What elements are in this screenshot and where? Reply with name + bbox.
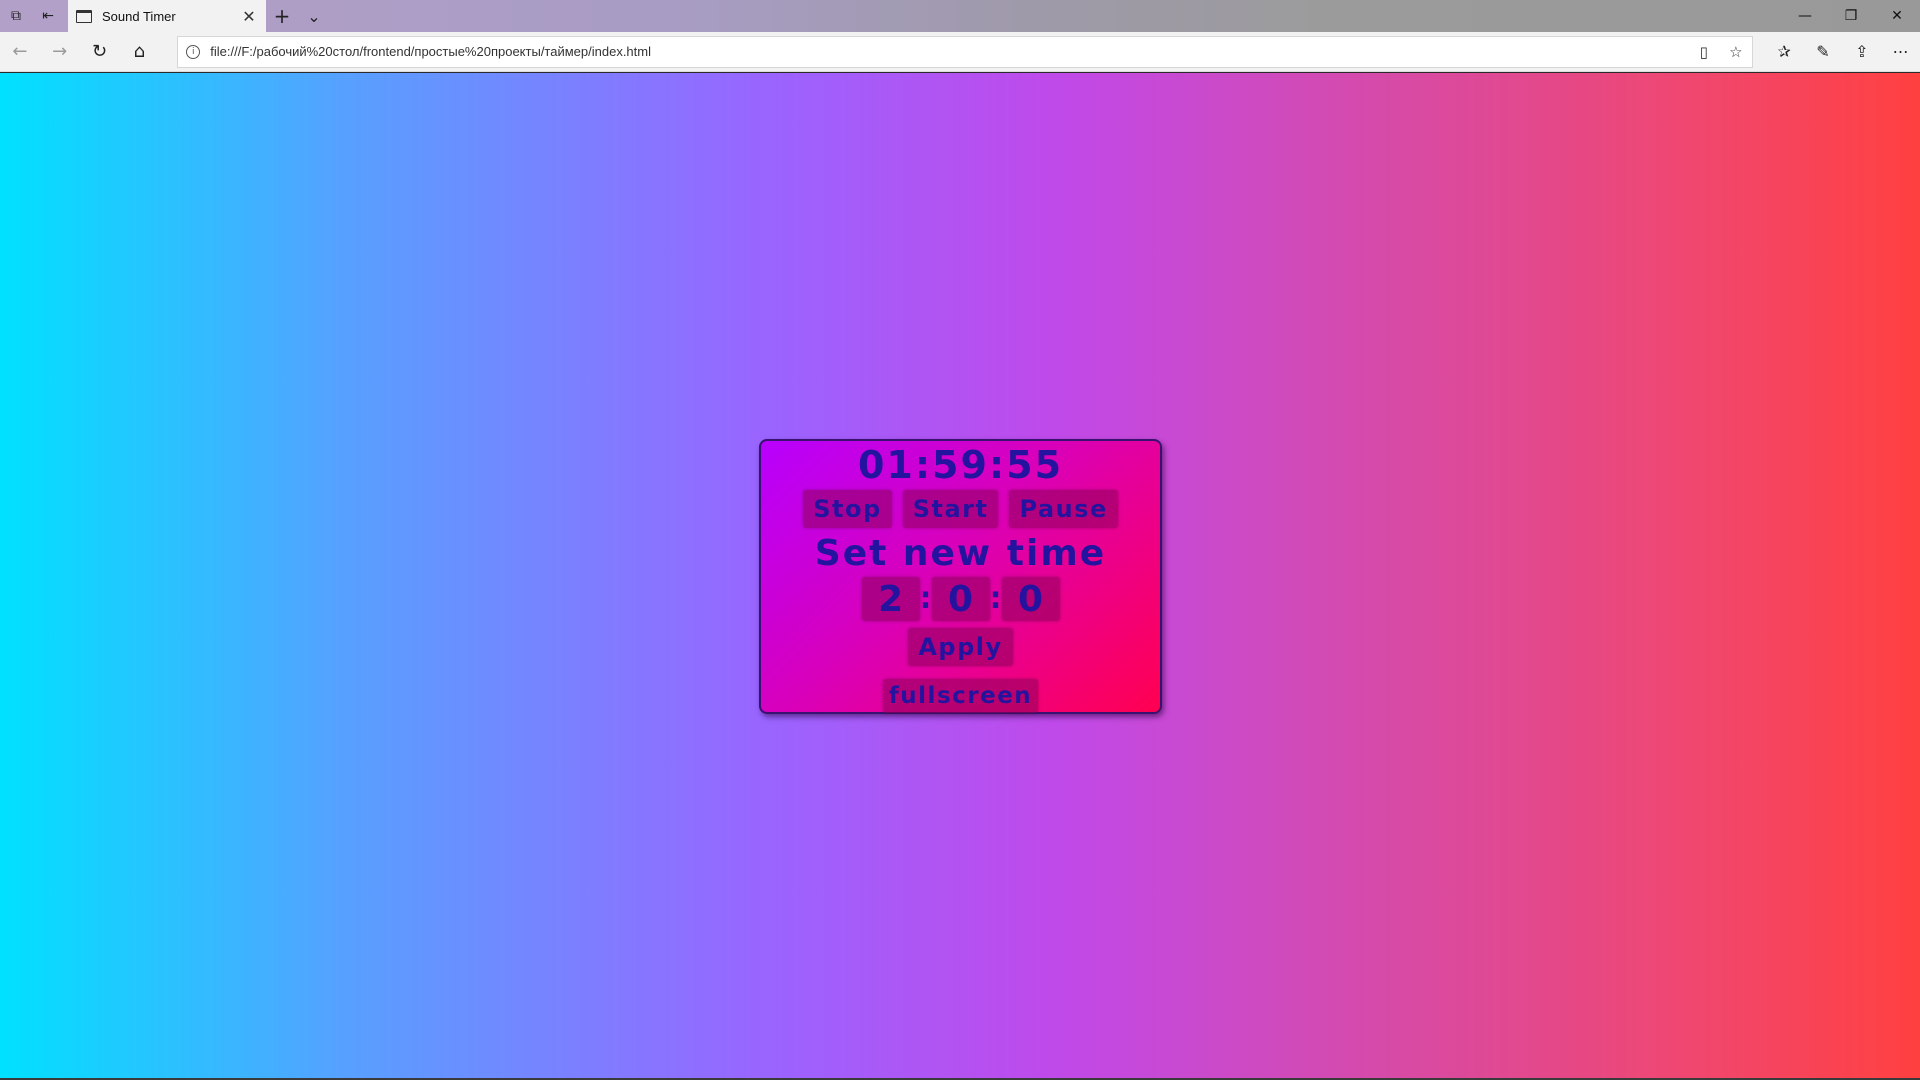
minutes-input[interactable]: 0 <box>931 577 990 621</box>
refresh-button[interactable]: ↻ <box>80 32 120 72</box>
more-menu-icon[interactable]: ⋯ <box>1881 32 1920 72</box>
site-info-icon[interactable]: i <box>186 44 201 59</box>
tabs-aside-icon[interactable]: ⧉ <box>0 0 32 32</box>
timer-controls: Stop Start Pause <box>803 490 1118 528</box>
minimize-button[interactable]: — <box>1782 0 1828 32</box>
web-notes-icon[interactable]: ✎ <box>1804 32 1843 72</box>
stop-button[interactable]: Stop <box>803 490 892 528</box>
titlebar-drag-area[interactable] <box>330 0 1782 32</box>
set-tabs-aside-icon[interactable]: ⇤ <box>32 0 64 32</box>
hours-input[interactable]: 2 <box>861 577 920 621</box>
favorites-hub-icon[interactable]: ✰ <box>1765 32 1804 72</box>
address-bar[interactable]: i file:///F:/рабочий%20стол/frontend/про… <box>177 35 1753 68</box>
reading-view-icon[interactable]: ▯ <box>1688 37 1720 67</box>
apply-button[interactable]: Apply <box>908 628 1013 666</box>
favorite-star-icon[interactable]: ☆ <box>1720 37 1752 67</box>
close-window-button[interactable]: ✕ <box>1874 0 1920 32</box>
address-url[interactable]: file:///F:/рабочий%20стол/frontend/прост… <box>210 44 1688 59</box>
start-button[interactable]: Start <box>902 490 999 528</box>
timer-card: 01:59:55 Stop Start Pause Set new time 2… <box>759 439 1162 714</box>
fullscreen-button[interactable]: fullscreen <box>882 679 1039 713</box>
forward-button[interactable]: → <box>40 32 80 72</box>
page-icon <box>76 9 92 23</box>
time-separator: : <box>989 581 1002 616</box>
tab-list-chevron-icon[interactable]: ⌄ <box>298 0 330 32</box>
new-time-inputs: 2 : 0 : 0 <box>861 577 1060 621</box>
new-tab-button[interactable]: + <box>266 0 298 32</box>
restore-button[interactable]: ❐ <box>1828 0 1874 32</box>
back-button[interactable]: ← <box>0 32 40 72</box>
time-separator: : <box>919 581 932 616</box>
set-new-time-heading: Set new time <box>814 533 1107 574</box>
tab-title: Sound Timer <box>102 8 176 24</box>
current-time-display: 01:59:55 <box>857 443 1064 487</box>
tab-close-icon[interactable]: ✕ <box>240 7 258 26</box>
pause-button[interactable]: Pause <box>1009 490 1118 528</box>
seconds-input[interactable]: 0 <box>1001 577 1060 621</box>
browser-toolbar: ← → ↻ ⌂ i file:///F:/рабочий%20стол/fron… <box>0 32 1920 72</box>
browser-titlebar: ⧉ ⇤ Sound Timer ✕ + ⌄ — ❐ ✕ <box>0 0 1920 32</box>
tab-sound-timer[interactable]: Sound Timer ✕ <box>68 0 266 32</box>
page-viewport: 01:59:55 Stop Start Pause Set new time 2… <box>0 73 1920 1080</box>
home-button[interactable]: ⌂ <box>119 32 159 72</box>
share-icon[interactable]: ⇪ <box>1842 32 1881 72</box>
